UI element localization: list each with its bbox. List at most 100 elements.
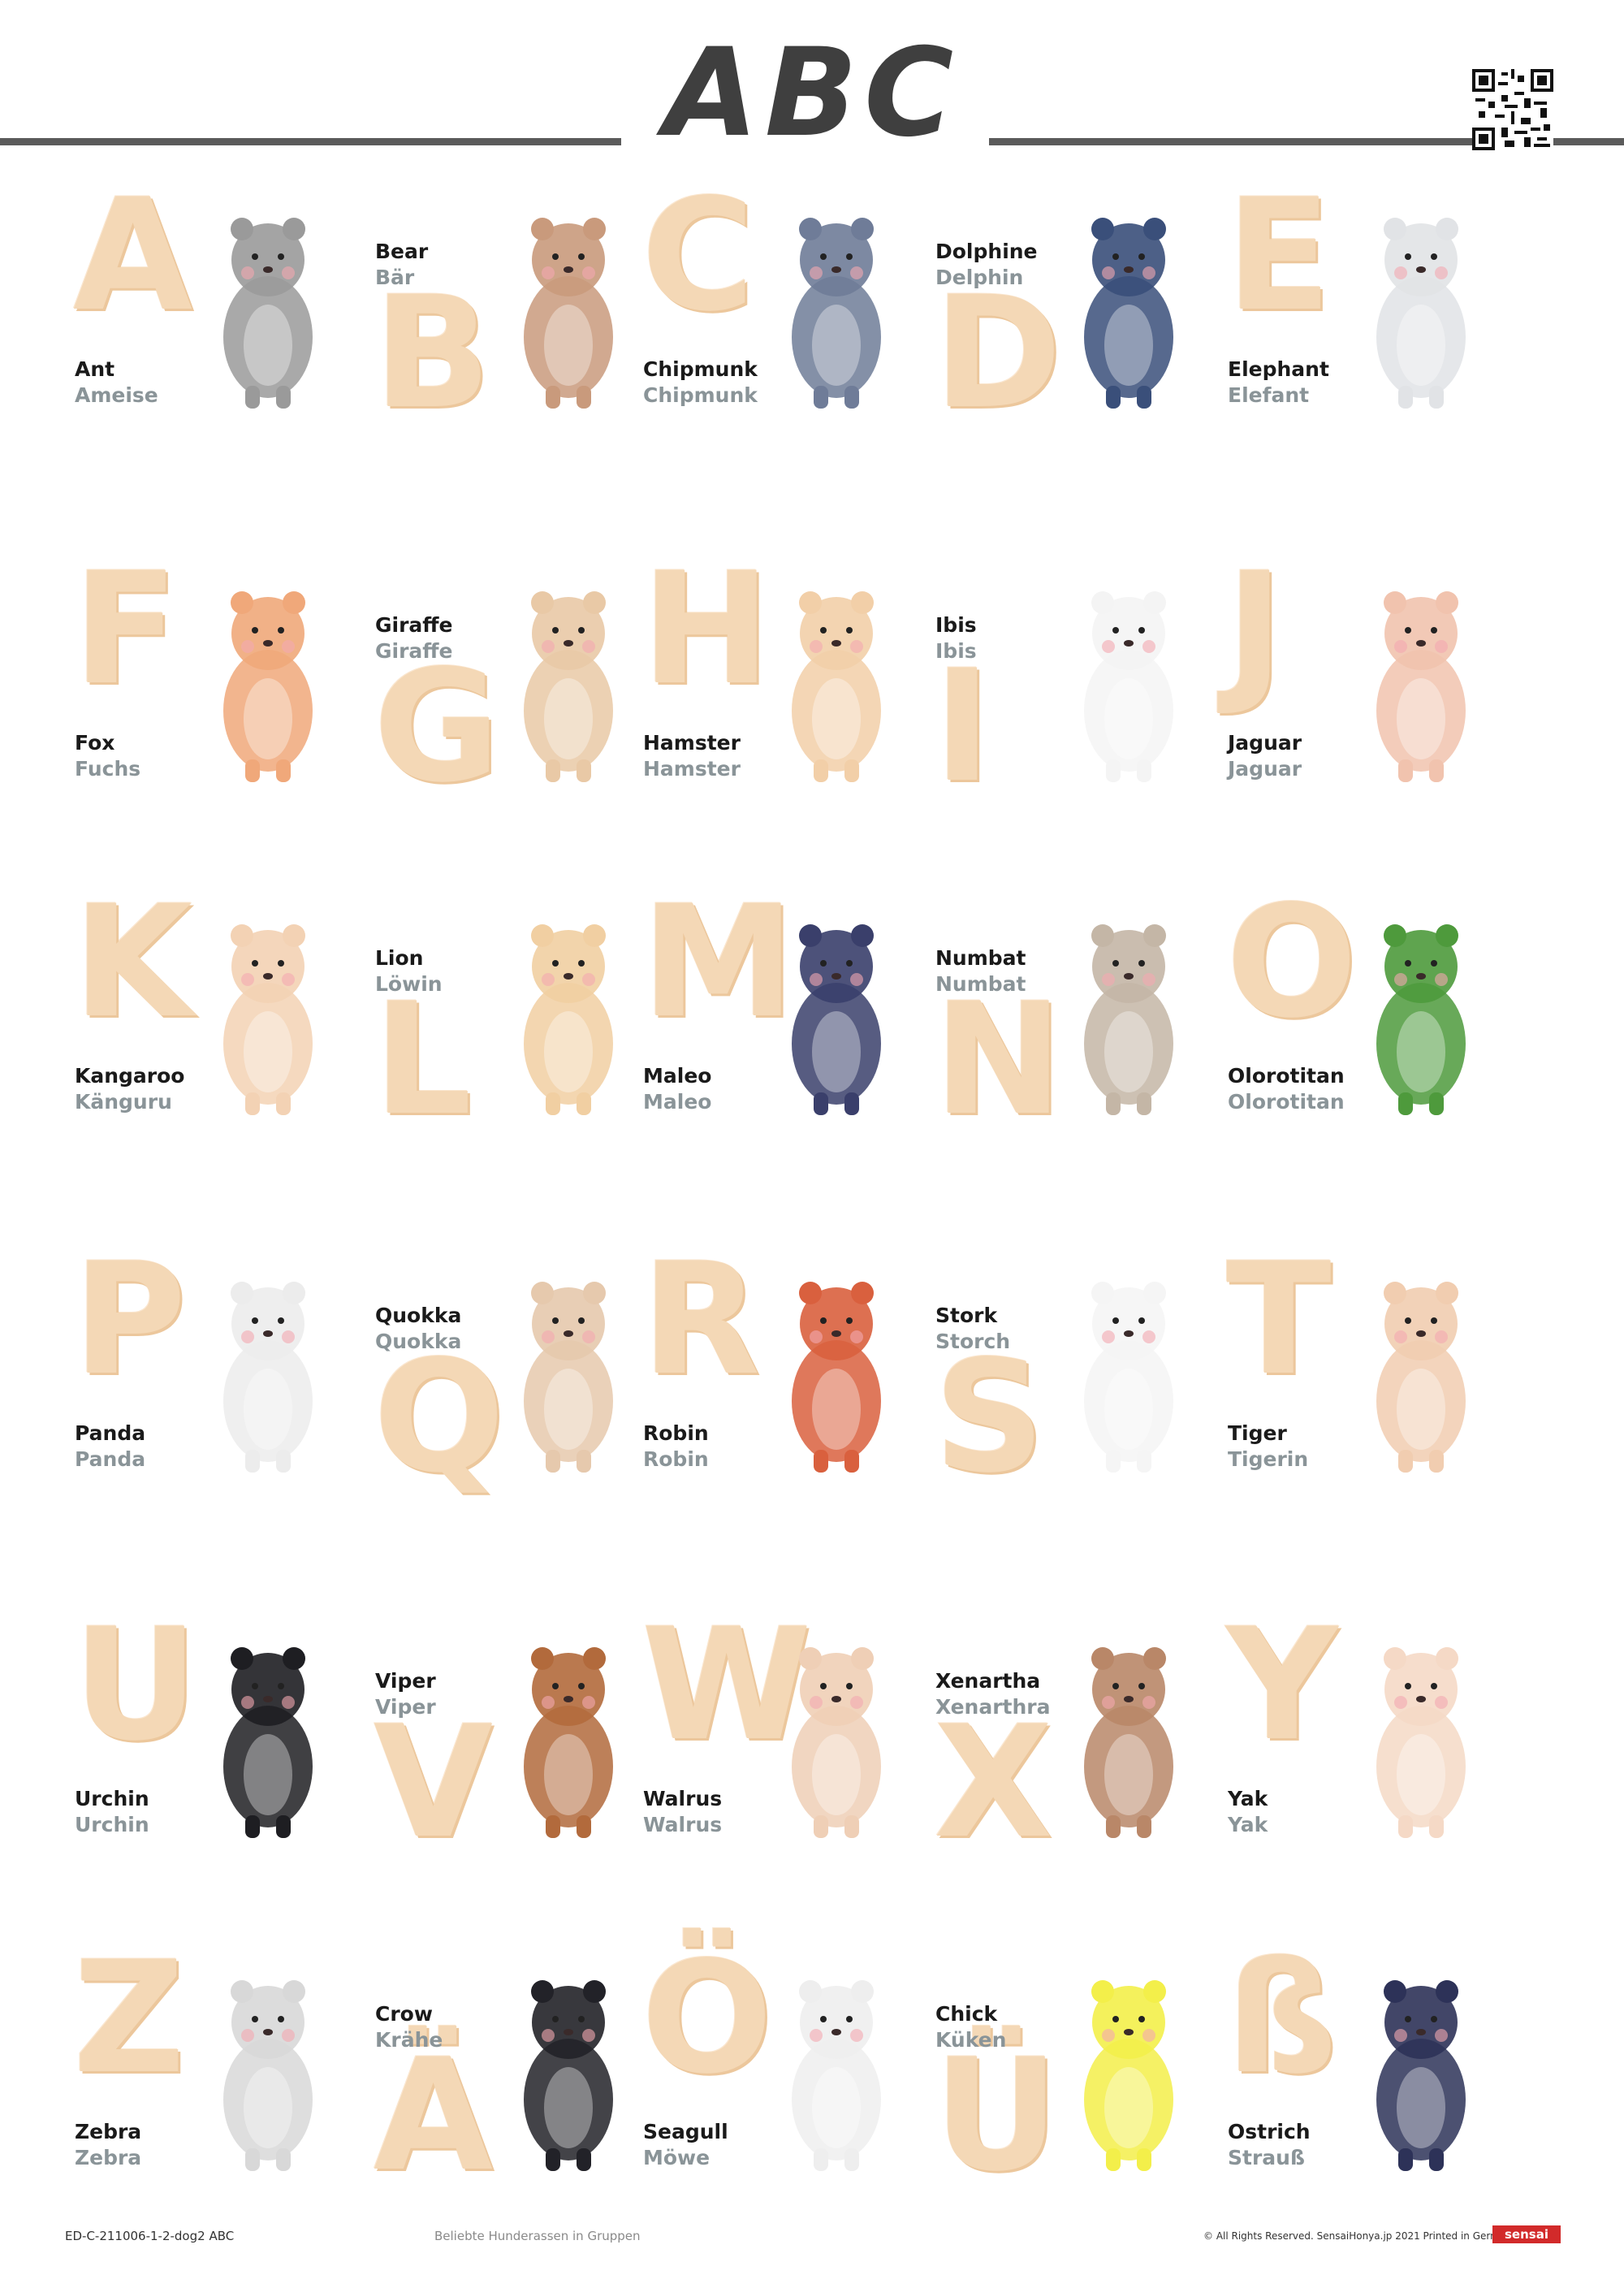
- letter-numbat: N: [934, 970, 1064, 1149]
- name-en-tiger: Tiger: [1228, 1421, 1287, 1445]
- name-de-panda: Panda: [75, 1447, 146, 1471]
- letter-urchin: U: [73, 1595, 199, 1775]
- letter-tiger: T: [1226, 1230, 1332, 1409]
- letter-kangaroo: K: [73, 872, 193, 1052]
- card-crow: Ä Crow Krähe: [374, 1949, 658, 2217]
- card-viper: V Viper Viper: [374, 1616, 658, 1884]
- name-de-yak: Yak: [1228, 1813, 1268, 1836]
- panda-illustration: [223, 1282, 313, 1473]
- page-title: ABC: [663, 23, 961, 164]
- name-de-dolphine: Delphin: [935, 266, 1024, 289]
- name-en-bear: Bear: [375, 240, 429, 263]
- viper-illustration: [524, 1647, 613, 1838]
- name-en-hamster: Hamster: [643, 731, 741, 755]
- letter-crow: Ä: [374, 2026, 494, 2205]
- letter-viper: V: [374, 1693, 494, 1872]
- chipmunk-illustration: [792, 218, 881, 409]
- card-stork: S Stork Storch: [934, 1251, 1218, 1519]
- name-de-tiger: Tigerin: [1228, 1447, 1309, 1471]
- name-de-numbat: Numbat: [935, 972, 1026, 996]
- name-de-fox: Fuchs: [75, 757, 141, 781]
- name-de-kangaroo: Känguru: [75, 1090, 172, 1114]
- name-en-lion: Lion: [375, 946, 424, 970]
- letter-xenartha: X: [934, 1693, 1053, 1872]
- lion-illustration: [524, 924, 613, 1115]
- letter-seagull: Ö: [641, 1928, 773, 2108]
- card-xenartha: X Xenartha Xenarthra: [934, 1616, 1218, 1884]
- name-en-maleo: Maleo: [643, 1064, 712, 1088]
- brand-logo: sensai: [1492, 2225, 1561, 2243]
- letter-lion: L: [374, 970, 473, 1149]
- print-code: ED-C-211006-1-2-dog2 ABC: [65, 2229, 235, 2243]
- letter-yak: Y: [1226, 1595, 1338, 1775]
- name-de-hamster: Hamster: [643, 757, 741, 781]
- letter-stork: S: [934, 1327, 1045, 1507]
- numbat-illustration: [1084, 924, 1173, 1115]
- letter-elephant: E: [1226, 166, 1332, 345]
- name-de-maleo: Maleo: [643, 1090, 712, 1114]
- name-de-zebra: Zebra: [75, 2146, 142, 2169]
- name-de-xenartha: Xenarthra: [935, 1695, 1051, 1719]
- letter-jaguar: J: [1226, 539, 1284, 719]
- name-en-olorotitan: Olorotitan: [1228, 1064, 1345, 1088]
- name-de-bear: Bär: [375, 266, 415, 289]
- name-de-seagull: Möwe: [643, 2146, 710, 2169]
- card-ibis: I Ibis Ibis: [934, 560, 1218, 828]
- card-giraffe: G Giraffe Giraffe: [374, 560, 658, 828]
- tiger-illustration: [1376, 1282, 1466, 1473]
- name-de-ant: Ameise: [75, 383, 158, 407]
- name-en-kangaroo: Kangaroo: [75, 1064, 185, 1088]
- card-dolphine: D Dolphine Delphin: [934, 187, 1218, 455]
- letter-hamster: H: [641, 539, 771, 719]
- name-de-ibis: Ibis: [935, 639, 977, 663]
- name-de-urchin: Urchin: [75, 1813, 149, 1836]
- name-en-chipmunk: Chipmunk: [643, 357, 758, 381]
- bear-illustration: [524, 218, 613, 409]
- card-tiger: T Tiger Tigerin: [1226, 1243, 1510, 1519]
- ant-illustration: [223, 218, 313, 409]
- card-seagull: Ö Seagull Möwe: [641, 1941, 926, 2217]
- letter-ibis: I: [934, 637, 991, 816]
- name-de-olorotitan: Olorotitan: [1228, 1090, 1345, 1114]
- name-en-walrus: Walrus: [643, 1787, 723, 1810]
- name-en-ant: Ant: [75, 357, 115, 381]
- letter-ant: A: [73, 166, 193, 345]
- name-de-giraffe: Giraffe: [375, 639, 453, 663]
- kangaroo-illustration: [223, 924, 313, 1115]
- name-en-crow: Crow: [375, 2002, 433, 2026]
- name-de-quokka: Quokka: [375, 1330, 462, 1353]
- letter-zebra: Z: [73, 1928, 185, 2108]
- card-jaguar: J Jaguar Jaguar: [1226, 552, 1510, 828]
- maleo-illustration: [792, 924, 881, 1115]
- card-maleo: M Maleo Maleo: [641, 885, 926, 1161]
- name-de-walrus: Walrus: [643, 1813, 723, 1836]
- name-de-viper: Viper: [375, 1695, 436, 1719]
- card-bear: B Bear Bär: [374, 187, 658, 455]
- letter-giraffe: G: [374, 637, 500, 816]
- urchin-illustration: [223, 1647, 313, 1838]
- letter-chick: Ü: [934, 2026, 1060, 2205]
- card-ant: A Ant Ameise: [73, 179, 357, 455]
- name-en-jaguar: Jaguar: [1228, 731, 1302, 755]
- name-de-robin: Robin: [643, 1447, 709, 1471]
- qr-code-icon: [1472, 69, 1553, 150]
- card-urchin: U Urchin Urchin: [73, 1608, 357, 1884]
- quokka-illustration: [524, 1282, 613, 1473]
- name-en-yak: Yak: [1228, 1787, 1268, 1810]
- name-en-giraffe: Giraffe: [375, 613, 453, 637]
- stork-illustration: [1084, 1282, 1173, 1473]
- letter-robin: R: [641, 1230, 761, 1409]
- name-en-fox: Fox: [75, 731, 115, 755]
- hamster-illustration: [792, 591, 881, 782]
- card-fox: F Fox Fuchs: [73, 552, 357, 828]
- ibis-illustration: [1084, 591, 1173, 782]
- name-en-zebra: Zebra: [75, 2120, 142, 2143]
- name-en-seagull: Seagull: [643, 2120, 728, 2143]
- card-kangaroo: K Kangaroo Känguru: [73, 885, 357, 1161]
- card-walrus: W Walrus Walrus: [641, 1608, 926, 1884]
- name-de-chick: Küken: [935, 2028, 1007, 2052]
- crow-illustration: [524, 1980, 613, 2171]
- seagull-illustration: [792, 1980, 881, 2171]
- xenartha-illustration: [1084, 1647, 1173, 1838]
- name-en-robin: Robin: [643, 1421, 709, 1445]
